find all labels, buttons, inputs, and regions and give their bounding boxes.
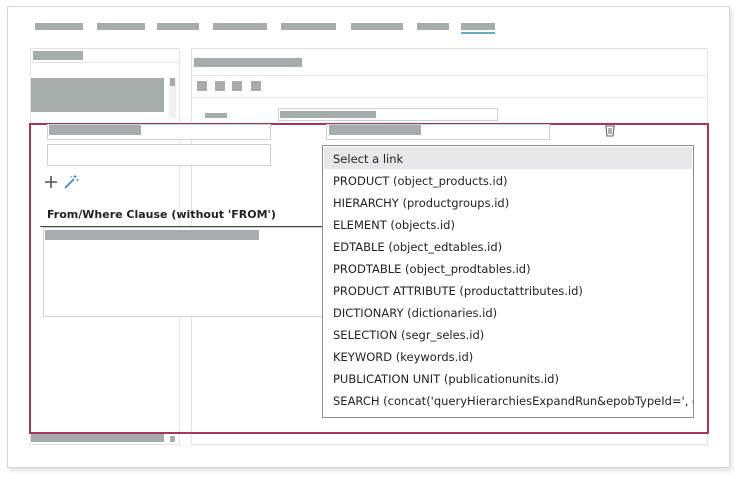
- link-select-value: [329, 125, 421, 135]
- nav-item-4[interactable]: [213, 23, 267, 30]
- row-input-value: [280, 111, 376, 118]
- nav-item-active[interactable]: [461, 23, 495, 30]
- dropdown-option-selection[interactable]: SELECTION (segr_seles.id): [333, 328, 484, 342]
- nav-item-6[interactable]: [351, 23, 403, 30]
- clause-textarea-value: [45, 230, 259, 240]
- sidebar-header: [33, 51, 83, 60]
- dropdown-option-prodtable[interactable]: PRODTABLE (object_prodtables.id): [333, 262, 531, 276]
- nav-item-1[interactable]: [35, 23, 83, 30]
- plus-icon[interactable]: [43, 174, 59, 190]
- main-panel-divider: [192, 75, 706, 76]
- nav-item-7[interactable]: [417, 23, 449, 30]
- dropdown-option-edtable[interactable]: EDTABLE (object_edtables.id): [333, 240, 502, 254]
- magic-wand-icon[interactable]: [63, 174, 79, 190]
- dropdown-option-publication-unit[interactable]: PUBLICATION UNIT (publicationunits.id): [333, 372, 559, 386]
- toolbar-button-2[interactable]: [215, 81, 225, 91]
- sidebar-divider: [31, 62, 178, 63]
- dropdown-option-search[interactable]: SEARCH (concat('queryHierarchiesExpandRu…: [333, 394, 693, 408]
- clause-textarea[interactable]: [43, 227, 324, 317]
- toolbar-button-1[interactable]: [197, 81, 207, 91]
- link-dropdown[interactable]: Select a link PRODUCT (object_products.i…: [322, 145, 694, 418]
- toolbar-button-4[interactable]: [251, 81, 261, 91]
- dropdown-option-product-attribute[interactable]: PRODUCT ATTRIBUTE (productattributes.id): [333, 284, 583, 298]
- trash-icon[interactable]: [603, 124, 617, 137]
- sidebar-scroll-down[interactable]: [170, 436, 175, 442]
- nav-item-2[interactable]: [97, 23, 145, 30]
- name-input-value: [49, 125, 141, 135]
- nav-item-5[interactable]: [281, 23, 336, 30]
- nav-item-3[interactable]: [157, 23, 199, 30]
- dropdown-option-select-a-link[interactable]: Select a link: [333, 152, 403, 166]
- clause-label: From/Where Clause (without 'FROM'): [47, 208, 276, 221]
- dropdown-option-hierarchy[interactable]: HIERARCHY (productgroups.id): [333, 196, 509, 210]
- toolbar-button-3[interactable]: [232, 81, 242, 91]
- dropdown-option-product[interactable]: PRODUCT (object_products.id): [333, 174, 508, 188]
- dropdown-option-element[interactable]: ELEMENT (objects.id): [333, 218, 455, 232]
- sidebar-selected-item[interactable]: [31, 78, 164, 112]
- sidebar-scroll-up[interactable]: [170, 78, 175, 86]
- nav-active-underline: [461, 32, 495, 34]
- row-label: [205, 113, 227, 118]
- toolbar-divider: [192, 97, 706, 98]
- dropdown-option-keyword[interactable]: KEYWORD (keywords.id): [333, 350, 473, 364]
- secondary-input[interactable]: [47, 144, 271, 166]
- main-panel-title: [194, 58, 302, 67]
- dropdown-option-dictionary[interactable]: DICTIONARY (dictionaries.id): [333, 306, 497, 320]
